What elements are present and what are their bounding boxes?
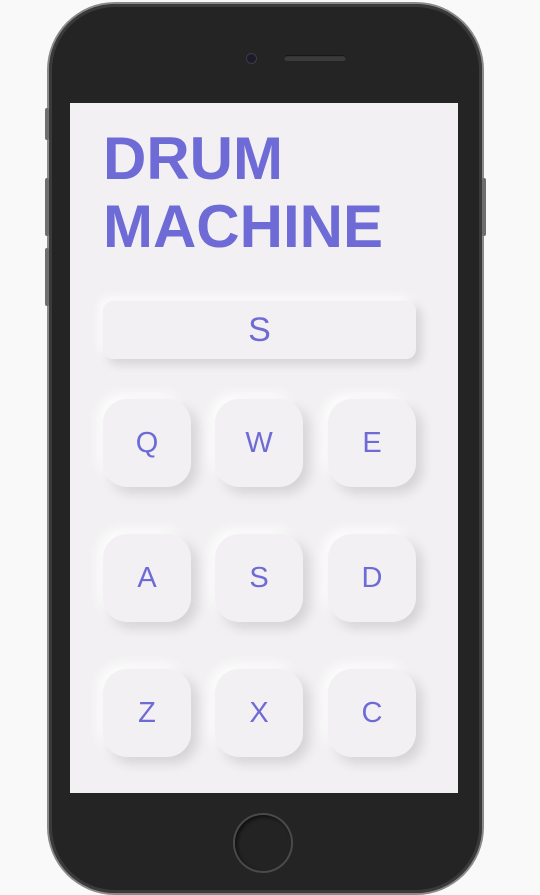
drum-pad-c[interactable]: C <box>328 669 416 757</box>
volume-up-button <box>45 178 49 236</box>
drum-pad-e[interactable]: E <box>328 399 416 487</box>
app-title: DRUM MACHINE <box>103 125 383 261</box>
drum-pad-w[interactable]: W <box>215 399 303 487</box>
volume-down-button <box>45 248 49 306</box>
speaker-grille <box>284 55 346 61</box>
title-line-2: MACHINE <box>103 193 383 260</box>
title-line-1: DRUM <box>103 125 283 192</box>
sound-display: S <box>103 301 416 359</box>
drum-pad-d[interactable]: D <box>328 534 416 622</box>
drum-pad-z[interactable]: Z <box>103 669 191 757</box>
front-camera-icon <box>247 54 256 63</box>
app-screen: DRUM MACHINE S Q W E A S D Z X C <box>70 103 458 793</box>
home-button <box>235 815 291 871</box>
drum-pad-a[interactable]: A <box>103 534 191 622</box>
power-button <box>482 178 486 236</box>
drum-pad-s[interactable]: S <box>215 534 303 622</box>
drum-pad-x[interactable]: X <box>215 669 303 757</box>
mute-switch <box>45 108 49 140</box>
drum-pad-q[interactable]: Q <box>103 399 191 487</box>
